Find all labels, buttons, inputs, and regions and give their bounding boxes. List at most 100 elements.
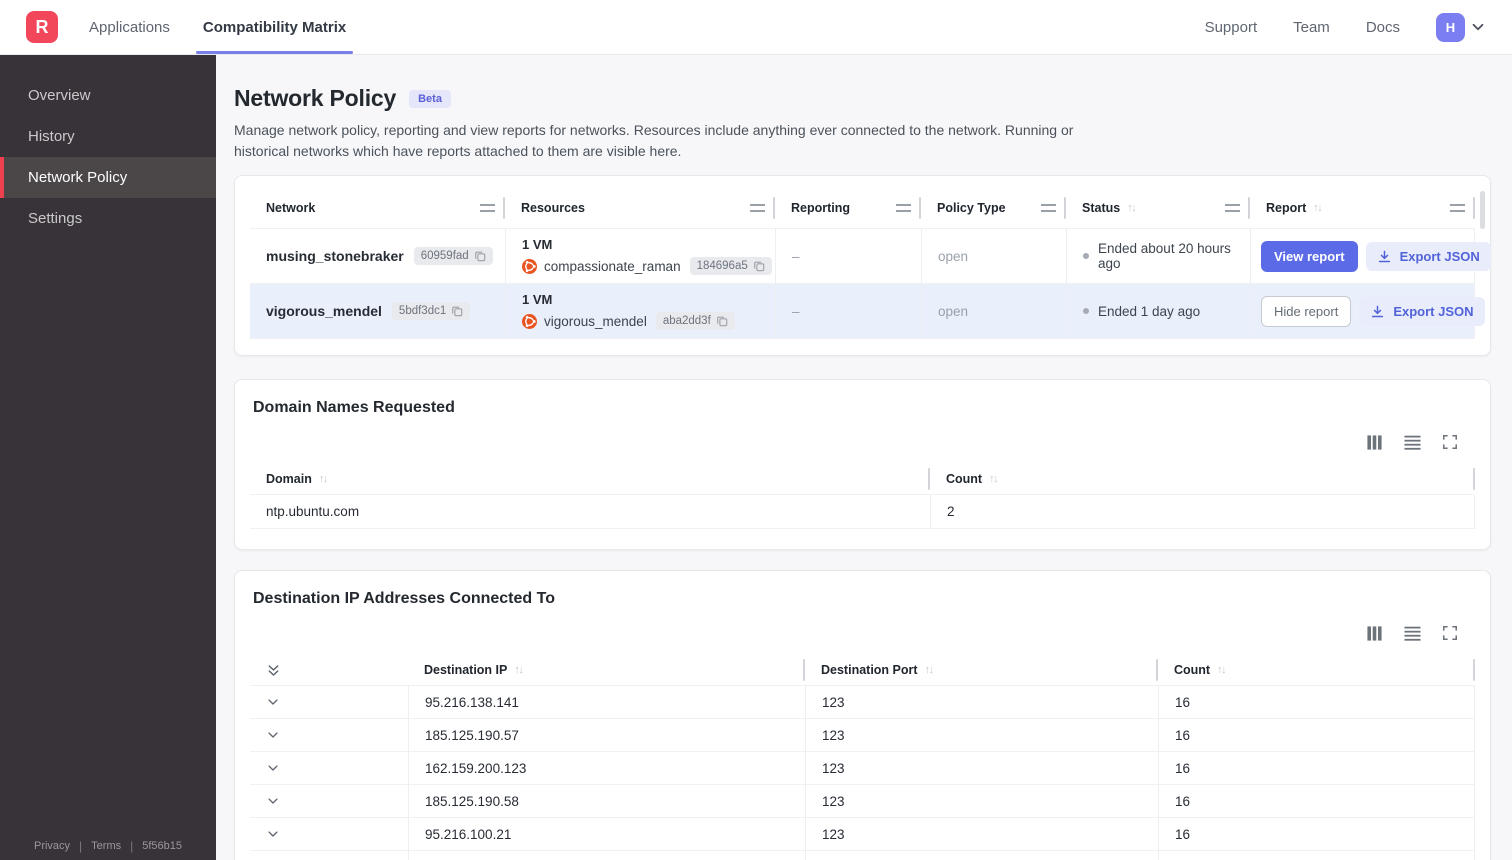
copy-icon[interactable] [716, 315, 728, 327]
column-drag-handle[interactable] [1041, 204, 1056, 212]
chevron-down-icon[interactable] [266, 695, 280, 709]
sort-icon[interactable]: ↑↓ [1217, 664, 1227, 676]
sort-icon[interactable]: ↑↓ [1313, 202, 1323, 214]
column-header-policy-type: Policy Type [921, 188, 1066, 228]
column-drag-handle[interactable] [480, 204, 495, 212]
expand-icon[interactable] [1442, 625, 1458, 641]
status-cell: Ended 1 day ago [1066, 283, 1250, 338]
copy-icon[interactable] [451, 305, 463, 317]
avatar: H [1436, 12, 1465, 42]
columns-icon[interactable] [1366, 625, 1383, 642]
destination-port-cell: 123 [805, 685, 1158, 718]
destination-port-cell: 123 [805, 784, 1158, 817]
copy-icon[interactable] [753, 260, 765, 272]
ubuntu-icon [522, 313, 537, 329]
beta-badge: Beta [409, 89, 451, 108]
row-expander-cell [250, 685, 408, 718]
destinations-card: Destination IP Addresses Connected To De… [234, 570, 1491, 860]
column-header-network: Network [250, 188, 505, 228]
nav-tab-compatibility-matrix[interactable]: Compatibility Matrix [195, 0, 354, 54]
network-row-vigorous-mendel[interactable]: vigorous_mendel 5bdf3dc1 1 VM vigorous_m… [250, 283, 1485, 338]
domains-card-title: Domain Names Requested [253, 399, 455, 416]
destinations-table-body: 95.216.138.141 123 16 185.125.190.57 123… [250, 685, 1475, 860]
column-drag-handle[interactable] [896, 204, 911, 212]
destination-row: 95.216.138.141 123 16 [250, 685, 1475, 718]
destination-port-cell: 123 [805, 817, 1158, 850]
download-icon [1377, 249, 1392, 264]
app-logo[interactable]: R [26, 11, 58, 43]
double-chevron-down-icon[interactable] [266, 663, 281, 678]
column-header-domain: Domain ↑↓ [250, 464, 930, 494]
destination-port-cell: 123 [805, 751, 1158, 784]
sort-icon[interactable]: ↑↓ [514, 664, 524, 676]
destination-ip-cell: 95.216.138.141 [408, 685, 805, 718]
report-cell: Hide report Export JSON [1250, 283, 1485, 338]
resource-name: vigorous_mendel [544, 313, 647, 329]
page-title: Network Policy [234, 85, 397, 111]
hide-report-button[interactable]: Hide report [1261, 295, 1352, 327]
sidebar-item-network-policy[interactable]: Network Policy [0, 157, 216, 198]
resource-id-badge: 184696a5 [689, 257, 772, 275]
column-header-reporting: Reporting [775, 188, 921, 228]
destination-ip-cell: 162.159.200.123 [408, 751, 805, 784]
destinations-card-title: Destination IP Addresses Connected To [253, 590, 555, 607]
column-header-report: Report ↑↓ [1250, 188, 1475, 228]
domains-table-header: Domain ↑↓ Count ↑↓ [250, 464, 1475, 494]
sort-icon[interactable]: ↑↓ [319, 473, 329, 485]
download-icon [1370, 304, 1385, 319]
status-dot-icon [1083, 253, 1089, 259]
nav-link-docs[interactable]: Docs [1366, 19, 1400, 36]
nav-tab-applications[interactable]: Applications [89, 0, 170, 54]
top-navbar: R Applications Compatibility Matrix Supp… [0, 0, 1512, 55]
sort-icon[interactable]: ↑↓ [1127, 202, 1137, 214]
user-menu[interactable]: H [1436, 12, 1486, 42]
column-drag-handle[interactable] [750, 204, 765, 212]
nav-right: Support Team Docs H [1205, 12, 1486, 42]
network-cell: vigorous_mendel 5bdf3dc1 [250, 283, 505, 338]
chevron-down-icon[interactable] [266, 827, 280, 841]
policy-type-cell: open [921, 283, 1066, 338]
sidebar-item-settings[interactable]: Settings [0, 198, 216, 239]
page-description: Manage network policy, reporting and vie… [234, 122, 1074, 159]
sort-icon[interactable]: ↑↓ [989, 473, 999, 485]
chevron-down-icon[interactable] [266, 728, 280, 742]
rows-icon[interactable] [1404, 625, 1421, 642]
sidebar-item-history[interactable]: History [0, 116, 216, 157]
nav-link-team[interactable]: Team [1293, 19, 1330, 36]
rows-icon[interactable] [1404, 434, 1421, 451]
columns-icon[interactable] [1366, 434, 1383, 451]
network-id-badge: 60959fad [413, 247, 493, 265]
export-json-button[interactable]: Export JSON [1359, 296, 1485, 326]
table-scrollbar[interactable] [1480, 191, 1485, 229]
domains-card: Domain Names Requested Domain ↑↓ Count ↑… [234, 379, 1491, 550]
terms-link[interactable]: Terms [91, 840, 121, 852]
status-dot-icon [1083, 308, 1089, 314]
destination-row-partial [250, 850, 1475, 860]
sidebar: Overview History Network Policy Settings… [0, 55, 216, 860]
copy-icon[interactable] [474, 250, 486, 262]
networks-card: Network Resources Reporting Policy Type … [234, 175, 1491, 356]
sort-icon[interactable]: ↑↓ [925, 664, 935, 676]
chevron-down-icon[interactable] [266, 761, 280, 775]
main-content: Network Policy Beta Manage network polic… [216, 55, 1512, 860]
destination-ip-cell: 95.216.100.21 [408, 817, 805, 850]
policy-type-cell: open [921, 228, 1066, 283]
domain-row[interactable]: ntp.ubuntu.com 2 [250, 494, 1475, 528]
column-drag-handle[interactable] [1225, 204, 1240, 212]
column-drag-handle[interactable] [1450, 204, 1465, 212]
nav-link-support[interactable]: Support [1205, 19, 1258, 36]
chevron-down-icon[interactable] [266, 794, 280, 808]
row-expander-cell [250, 751, 408, 784]
view-report-button[interactable]: View report [1261, 240, 1358, 272]
destination-row: 95.216.100.21 123 16 [250, 817, 1475, 850]
network-row-musing-stonebraker[interactable]: musing_stonebraker 60959fad 1 VM compass… [250, 228, 1491, 283]
export-json-button[interactable]: Export JSON [1365, 241, 1491, 271]
sidebar-item-overview[interactable]: Overview [0, 75, 216, 116]
privacy-link[interactable]: Privacy [34, 840, 70, 852]
reporting-cell: – [775, 228, 921, 283]
report-cell: View report Export JSON [1250, 228, 1491, 283]
status-cell: Ended about 20 hours ago [1066, 228, 1250, 283]
expand-icon[interactable] [1442, 434, 1458, 450]
column-header-destination-port: Destination Port ↑↓ [805, 655, 1158, 685]
chevron-down-icon [1470, 19, 1486, 35]
